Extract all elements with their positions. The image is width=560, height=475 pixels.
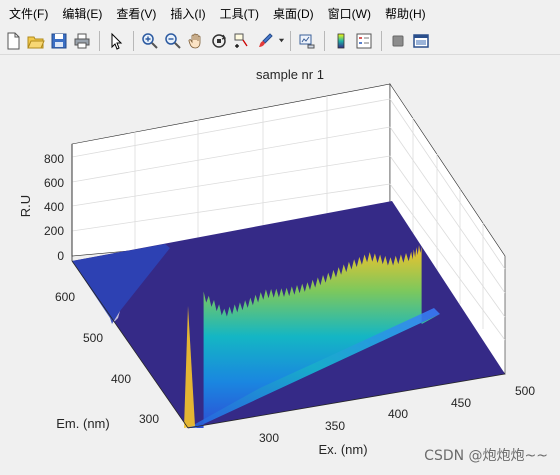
menu-desktop[interactable]: 桌面(D) bbox=[268, 2, 319, 25]
y-tick-600: 600 bbox=[55, 290, 75, 304]
show-plot-tools-icon[interactable] bbox=[410, 30, 432, 52]
z-tick-400: 400 bbox=[44, 200, 64, 214]
menu-help[interactable]: 帮助(H) bbox=[380, 2, 431, 25]
legend-icon[interactable] bbox=[353, 30, 375, 52]
x-tick-400: 400 bbox=[388, 407, 408, 421]
menu-file[interactable]: 文件(F) bbox=[4, 2, 53, 25]
toolbar-separator bbox=[99, 30, 100, 51]
x-axis-label: Ex. (nm) bbox=[318, 442, 367, 457]
menu-tools[interactable]: 工具(T) bbox=[215, 2, 264, 25]
toolbar-separator bbox=[381, 30, 382, 51]
menu-insert[interactable]: 插入(I) bbox=[165, 2, 210, 25]
toolbar-separator bbox=[290, 30, 291, 51]
menu-view[interactable]: 查看(V) bbox=[111, 2, 161, 25]
pointer-icon[interactable] bbox=[105, 30, 127, 52]
z-tick-800: 800 bbox=[44, 152, 64, 166]
x-tick-300: 300 bbox=[259, 431, 279, 445]
toolbar-separator bbox=[324, 30, 325, 51]
x-tick-450: 450 bbox=[451, 396, 471, 410]
brush-icon[interactable] bbox=[254, 30, 276, 52]
x-tick-350: 350 bbox=[325, 419, 345, 433]
y-tick-500: 500 bbox=[83, 331, 103, 345]
y-tick-300: 300 bbox=[139, 412, 159, 426]
y-tick-400: 400 bbox=[111, 372, 131, 386]
save-icon[interactable] bbox=[48, 30, 70, 52]
z-tick-200: 200 bbox=[44, 224, 64, 238]
zoom-out-icon[interactable] bbox=[162, 30, 184, 52]
open-file-icon[interactable] bbox=[25, 30, 47, 52]
figure-toolbar bbox=[0, 27, 560, 55]
chart-title: sample nr 1 bbox=[256, 67, 324, 82]
menu-bar: 文件(F) 编辑(E) 查看(V) 插入(I) 工具(T) 桌面(D) 窗口(W… bbox=[0, 0, 560, 26]
new-figure-icon[interactable] bbox=[2, 30, 24, 52]
watermark-text: CSDN @炮炮炮~~ bbox=[424, 448, 548, 464]
x-tick-500: 500 bbox=[515, 384, 535, 398]
z-axis-label: R.U bbox=[18, 195, 33, 217]
chevron-down-icon[interactable] bbox=[277, 30, 285, 52]
link-plot-icon[interactable] bbox=[296, 30, 318, 52]
data-cursor-icon[interactable] bbox=[231, 30, 253, 52]
menu-edit[interactable]: 编辑(E) bbox=[57, 2, 107, 25]
zoom-in-icon[interactable] bbox=[139, 30, 161, 52]
rotate-3d-icon[interactable] bbox=[208, 30, 230, 52]
toolbar-separator bbox=[133, 30, 134, 51]
menu-window[interactable]: 窗口(W) bbox=[323, 2, 376, 25]
pan-icon[interactable] bbox=[185, 30, 207, 52]
hide-plot-tools-icon[interactable] bbox=[387, 30, 409, 52]
z-tick-600: 600 bbox=[44, 176, 64, 190]
surface-plot[interactable]: sample nr 1 800 600 400 200 0 R.U 600 50… bbox=[0, 56, 560, 475]
z-tick-0: 0 bbox=[57, 249, 64, 263]
print-icon[interactable] bbox=[71, 30, 93, 52]
colorbar-icon[interactable] bbox=[330, 30, 352, 52]
y-axis-label: Em. (nm) bbox=[56, 416, 109, 431]
